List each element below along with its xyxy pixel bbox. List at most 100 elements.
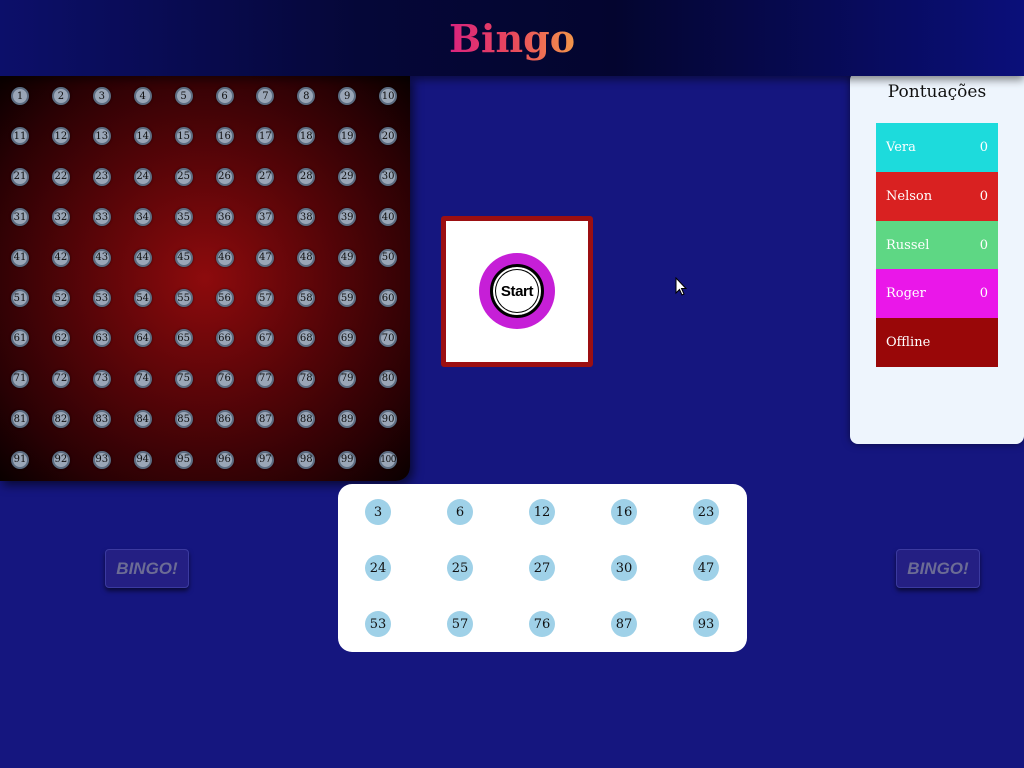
- board-ball: 52: [51, 289, 70, 307]
- board-ball: 94: [133, 450, 152, 469]
- board-ball: 43: [92, 248, 111, 267]
- board-ball: 17: [256, 127, 275, 146]
- board-ball: 66: [215, 329, 234, 348]
- board-ball: 6: [215, 87, 234, 105]
- board-ball: 93: [92, 450, 111, 469]
- board-ball: 98: [297, 450, 316, 469]
- card-number[interactable]: 23: [693, 499, 719, 525]
- card-number[interactable]: 57: [447, 611, 473, 637]
- board-ball: 33: [92, 208, 111, 227]
- start-panel: Start: [441, 216, 593, 367]
- card-number[interactable]: 24: [365, 555, 391, 581]
- card-number[interactable]: 47: [693, 555, 719, 581]
- board-ball: 25: [174, 167, 193, 186]
- score-row: Offline: [876, 318, 998, 368]
- board-ball: 38: [297, 208, 316, 227]
- board-ball: 71: [11, 369, 29, 388]
- board-ball: 27: [256, 167, 275, 186]
- board-ball: 88: [297, 410, 316, 429]
- score-row: Roger 0: [876, 269, 998, 319]
- board-ball: 65: [174, 329, 193, 348]
- board-ball: 57: [256, 289, 275, 307]
- board-ball: 61: [11, 329, 29, 348]
- board-ball: 47: [256, 248, 275, 267]
- card-number[interactable]: 27: [529, 555, 555, 581]
- board-ball: 45: [174, 248, 193, 267]
- board-ball: 16: [215, 127, 234, 146]
- board-ball: 92: [51, 450, 70, 469]
- board-ball: 19: [338, 127, 357, 146]
- board-ball: 85: [174, 410, 193, 429]
- player-score: 0: [979, 237, 988, 253]
- card-number[interactable]: 25: [447, 555, 473, 581]
- card-number[interactable]: 93: [693, 611, 719, 637]
- score-row: Vera 0: [876, 123, 998, 172]
- board-ball: 67: [256, 329, 275, 348]
- board-ball: 50: [379, 248, 398, 267]
- board-ball: 37: [256, 208, 275, 227]
- board-ball: 89: [338, 410, 357, 429]
- board-ball: 40: [379, 208, 398, 227]
- card-number[interactable]: 87: [611, 611, 637, 637]
- mouse-pointer-icon: [675, 277, 687, 296]
- board-ball: 13: [92, 127, 111, 146]
- scores-panel: Pontuações Vera 0 Nelson 0 Russel 0 Roger 0 Offl…: [850, 72, 1024, 444]
- board-ball: 7: [256, 87, 275, 105]
- board-ball: 46: [215, 248, 234, 267]
- board-ball: 78: [297, 369, 316, 388]
- board-ball: 59: [338, 289, 357, 307]
- board-ball: 82: [51, 410, 70, 429]
- board-ball: 91: [11, 450, 29, 469]
- player-name: Nelson: [886, 188, 933, 204]
- board-ball: 22: [51, 167, 70, 186]
- player-name: Vera: [886, 140, 916, 155]
- card-number[interactable]: 12: [529, 499, 555, 525]
- board-ball: 35: [174, 208, 193, 227]
- card-number[interactable]: 16: [611, 499, 637, 525]
- board-ball: 32: [51, 208, 70, 227]
- start-button[interactable]: Start: [479, 253, 555, 329]
- board-ball: 74: [133, 369, 152, 388]
- board-ball: 72: [51, 369, 70, 388]
- board-ball: 39: [338, 208, 357, 227]
- player-score: 0: [979, 140, 988, 155]
- board-ball: 56: [215, 289, 234, 307]
- board-ball: 76: [215, 369, 234, 388]
- bingo-button-left[interactable]: BINGO!: [105, 549, 189, 588]
- board-ball: 83: [92, 410, 111, 429]
- board-ball: 42: [51, 248, 70, 267]
- board-ball: 15: [174, 127, 193, 146]
- start-button-label: Start: [490, 264, 544, 318]
- board-ball: 34: [133, 208, 152, 227]
- card-number[interactable]: 6: [447, 499, 473, 525]
- board-ball: 79: [338, 369, 357, 388]
- board-ball: 69: [338, 329, 357, 348]
- board-ball: 64: [133, 329, 152, 348]
- card-number[interactable]: 76: [529, 611, 555, 637]
- board-ball: 99: [338, 450, 357, 469]
- bingo-card: 3 6 12 16 23 24 25 27 30 47 53 57 76 87 93: [338, 484, 747, 652]
- card-number[interactable]: 53: [365, 611, 391, 637]
- board-ball: 36: [215, 208, 234, 227]
- board-ball: 31: [11, 208, 29, 227]
- number-board: 1 2 3 4 5 6 7 8 9 10 11 12 13 14 15 16 17 18 19 20 21 22 23 24 2…: [0, 76, 410, 481]
- board-ball: 55: [174, 289, 193, 307]
- board-ball: 11: [11, 127, 29, 146]
- player-name: Offline: [886, 335, 931, 351]
- card-number[interactable]: 30: [611, 555, 637, 581]
- page-title: Bingo: [448, 16, 576, 61]
- player-name: Roger: [886, 286, 926, 302]
- board-ball: 10: [379, 87, 398, 105]
- board-ball: 84: [133, 410, 152, 429]
- board-ball: 24: [133, 167, 152, 186]
- bingo-button-right[interactable]: BINGO!: [896, 549, 980, 588]
- board-ball: 30: [379, 167, 398, 186]
- board-ball: 9: [338, 87, 357, 105]
- board-ball: 80: [379, 369, 398, 388]
- card-number[interactable]: 3: [365, 499, 391, 525]
- board-ball: 49: [338, 248, 357, 267]
- board-ball: 12: [51, 127, 70, 146]
- board-ball: 54: [133, 289, 152, 307]
- board-ball: 63: [92, 329, 111, 348]
- board-ball: 73: [92, 369, 111, 388]
